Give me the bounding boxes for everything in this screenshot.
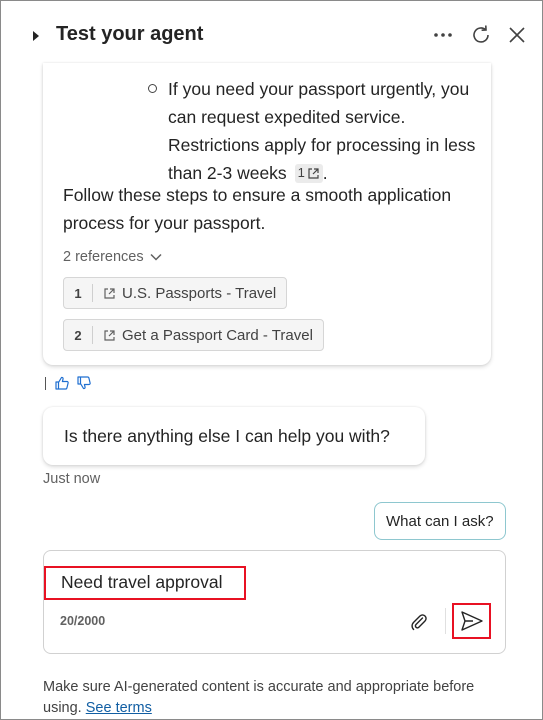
suggestion-chip[interactable]: What can I ask? (374, 502, 506, 540)
external-link-icon (103, 287, 116, 300)
send-divider (445, 608, 446, 634)
references-toggle[interactable]: 2 references (63, 249, 162, 265)
bot-message-card: If you need your passport urgently, you … (43, 63, 491, 365)
panel-header: Test your agent (1, 1, 542, 71)
bullet-end: . (322, 163, 328, 183)
followup-text: Follow these steps to ensure a smooth ap… (63, 185, 452, 233)
reference-label: U.S. Passports - Travel (122, 284, 277, 302)
disclaimer: Make sure AI-generated content is accura… (43, 677, 483, 719)
text-cursor (45, 376, 46, 390)
bullet-text: If you need your passport urgently, you … (168, 75, 478, 187)
external-link-icon (308, 167, 319, 179)
message-input[interactable]: Need travel approval (44, 566, 246, 600)
see-terms-link[interactable]: See terms (86, 700, 152, 716)
message-timestamp: Just now (43, 471, 101, 487)
thumbs-down-icon[interactable] (76, 375, 92, 391)
send-button[interactable] (452, 603, 491, 639)
external-link-icon (103, 329, 116, 342)
reference-link-1[interactable]: 1 U.S. Passports - Travel (63, 277, 288, 309)
test-agent-panel: Test your agent If you need your passpor… (0, 0, 543, 720)
paperclip-icon[interactable] (407, 610, 431, 634)
panel-title: Test your agent (56, 23, 204, 45)
suggestion-label: What can I ask? (386, 512, 494, 530)
bot-message-text: Is there anything else I can help you wi… (64, 426, 390, 446)
reference-divider (92, 326, 93, 344)
bullet-circle-icon (148, 84, 157, 93)
character-count: 20/2000 (60, 614, 106, 628)
reference-number: 1 (74, 285, 82, 301)
send-icon (460, 611, 483, 631)
citation-chip[interactable]: 1 (294, 163, 323, 183)
message-composer: Need travel approval 20/2000 (43, 550, 506, 654)
thumbs-up-icon[interactable] (54, 375, 70, 391)
chevron-down-icon (150, 253, 162, 261)
caret-right-icon[interactable] (31, 29, 41, 43)
reference-number: 2 (74, 327, 82, 343)
close-icon[interactable] (505, 23, 529, 47)
refresh-icon[interactable] (469, 23, 493, 47)
reference-label: Get a Passport Card - Travel (122, 326, 313, 344)
feedback-row (45, 375, 92, 391)
bot-message-card-2: Is there anything else I can help you wi… (43, 407, 425, 465)
reference-link-2[interactable]: 2 Get a Passport Card - Travel (63, 319, 324, 351)
more-horizontal-icon[interactable] (431, 23, 455, 47)
references-label: 2 references (63, 249, 144, 265)
reference-divider (92, 284, 93, 302)
